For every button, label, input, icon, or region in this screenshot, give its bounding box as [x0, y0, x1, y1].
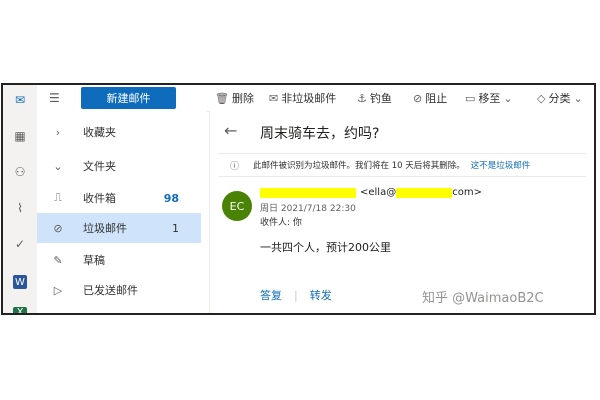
phishing-label: 钓鱼: [369, 92, 392, 105]
delete-button[interactable]: 🗑 删除: [215, 90, 254, 106]
word-icon[interactable]: W: [13, 275, 27, 289]
delete-label: 删除: [231, 92, 254, 105]
calendar-icon[interactable]: ▦: [11, 127, 29, 145]
message-body: 一共四个人，预计200公里: [260, 241, 391, 254]
hamburger-menu-icon[interactable]: ☰: [49, 91, 60, 105]
sidebar-item-label: 已发送邮件: [83, 284, 138, 297]
command-bar: ☰ 新建邮件 🗑 删除 ✉ 非垃圾邮件 ⚓ 钓鱼 ⊘ 阻止 ▭ 移至 ⌄ ◇ 分…: [37, 85, 594, 112]
block-label: 阻止: [425, 92, 448, 105]
todo-icon[interactable]: ✓: [11, 235, 29, 253]
pencil-icon: ✎: [53, 253, 63, 267]
junk-notice-bar: ⓘ 此邮件被识别为垃圾邮件。我们将在 10 天后将其删除。 这不是垃圾邮件: [218, 153, 586, 177]
forward-button[interactable]: 转发: [310, 287, 332, 303]
inbox-icon: ⎍: [54, 191, 62, 204]
not-junk-link[interactable]: 这不是垃圾邮件: [471, 159, 531, 171]
move-to-button[interactable]: ▭ 移至 ⌄: [465, 90, 513, 106]
sender-address-suffix: com>: [452, 187, 482, 198]
sidebar-item-label: 垃圾邮件: [83, 222, 127, 235]
unread-count: 1: [172, 221, 179, 235]
sidebar-item-sent[interactable]: ▷ 已发送邮件: [37, 275, 201, 305]
info-icon: ⓘ: [230, 161, 240, 172]
excel-icon[interactable]: X: [13, 307, 27, 313]
trash-icon: 🗑: [215, 91, 229, 105]
sidebar-item-junk[interactable]: ⊘ 垃圾邮件 1: [37, 213, 201, 243]
phishing-button[interactable]: ⚓ 钓鱼: [357, 90, 392, 106]
chevron-right-icon: ›: [55, 125, 61, 139]
back-arrow-icon[interactable]: ←: [224, 121, 237, 140]
message-date: 周日 2021/7/18 22:30: [260, 204, 356, 214]
chevron-down-icon: ⌄: [573, 91, 583, 105]
hook-icon: ⚓: [357, 91, 367, 105]
outlook-window: ✉ ▦ ⚇ ⌇ ✓ W X ☰ 新建邮件 🗑 删除 ✉ 非垃圾邮件 ⚓ 钓鱼 ⊘…: [1, 83, 596, 315]
favorites-group[interactable]: › 收藏夹: [37, 117, 201, 147]
send-icon: ▷: [53, 283, 63, 297]
block-button[interactable]: ⊘ 阻止: [413, 90, 447, 106]
attachment-icon[interactable]: ⌇: [11, 199, 29, 217]
envelope-icon: ✉: [269, 91, 279, 105]
divider: |: [294, 288, 298, 302]
block-icon: ⊘: [53, 221, 63, 235]
message-recipient: 收件人: 你: [260, 218, 302, 228]
app-rail: ✉ ▦ ⚇ ⌇ ✓ W X: [3, 85, 38, 313]
mail-icon[interactable]: ✉: [11, 91, 29, 109]
watermark: 知乎 @WaimaoB2C: [422, 291, 544, 306]
folders-label: 文件夹: [83, 160, 116, 173]
unread-count: 98: [163, 191, 179, 205]
redacted-sender-name: [260, 187, 356, 198]
favorites-label: 收藏夹: [83, 126, 116, 139]
not-junk-button[interactable]: ✉ 非垃圾邮件: [269, 90, 336, 106]
junk-notice-text: 此邮件被识别为垃圾邮件。我们将在 10 天后将其删除。: [253, 161, 465, 171]
sidebar-item-label: 草稿: [83, 254, 105, 267]
move-to-label: 移至: [478, 92, 501, 105]
folder-pane: › 收藏夹 ⌄ 文件夹 ⎍ 收件箱 98 ⊘ 垃圾邮件 1 ✎ 草稿 ▷ 已发送…: [37, 111, 207, 313]
not-junk-label: 非垃圾邮件: [281, 92, 337, 105]
categorize-button[interactable]: ◇ 分类 ⌄: [537, 90, 583, 106]
chevron-down-icon: ⌄: [503, 91, 513, 105]
redacted-domain: [396, 187, 453, 198]
reply-button[interactable]: 答复: [260, 287, 282, 303]
message-actions: 答复 | 转发: [260, 287, 332, 303]
reading-pane: ← 周末骑车去，约吗? ⓘ 此邮件被识别为垃圾邮件。我们将在 10 天后将其删除…: [209, 111, 594, 313]
avatar[interactable]: EC: [222, 191, 252, 221]
tag-icon: ◇: [537, 91, 546, 105]
sidebar-item-inbox[interactable]: ⎍ 收件箱 98: [37, 183, 201, 213]
block-icon: ⊘: [413, 91, 423, 105]
folder-move-icon: ▭: [465, 91, 476, 105]
sidebar-item-label: 收件箱: [83, 192, 116, 205]
new-mail-button[interactable]: 新建邮件: [81, 87, 176, 109]
sender-line[interactable]: <ella@ com>: [260, 187, 482, 198]
sidebar-item-drafts[interactable]: ✎ 草稿: [37, 245, 201, 275]
message-subject: 周末骑车去，约吗?: [260, 126, 380, 142]
chevron-down-icon: ⌄: [53, 159, 63, 173]
folders-group[interactable]: ⌄ 文件夹: [37, 151, 201, 181]
categorize-label: 分类: [548, 92, 571, 105]
people-icon[interactable]: ⚇: [11, 163, 29, 181]
sender-address-prefix: <ella@: [360, 187, 397, 198]
